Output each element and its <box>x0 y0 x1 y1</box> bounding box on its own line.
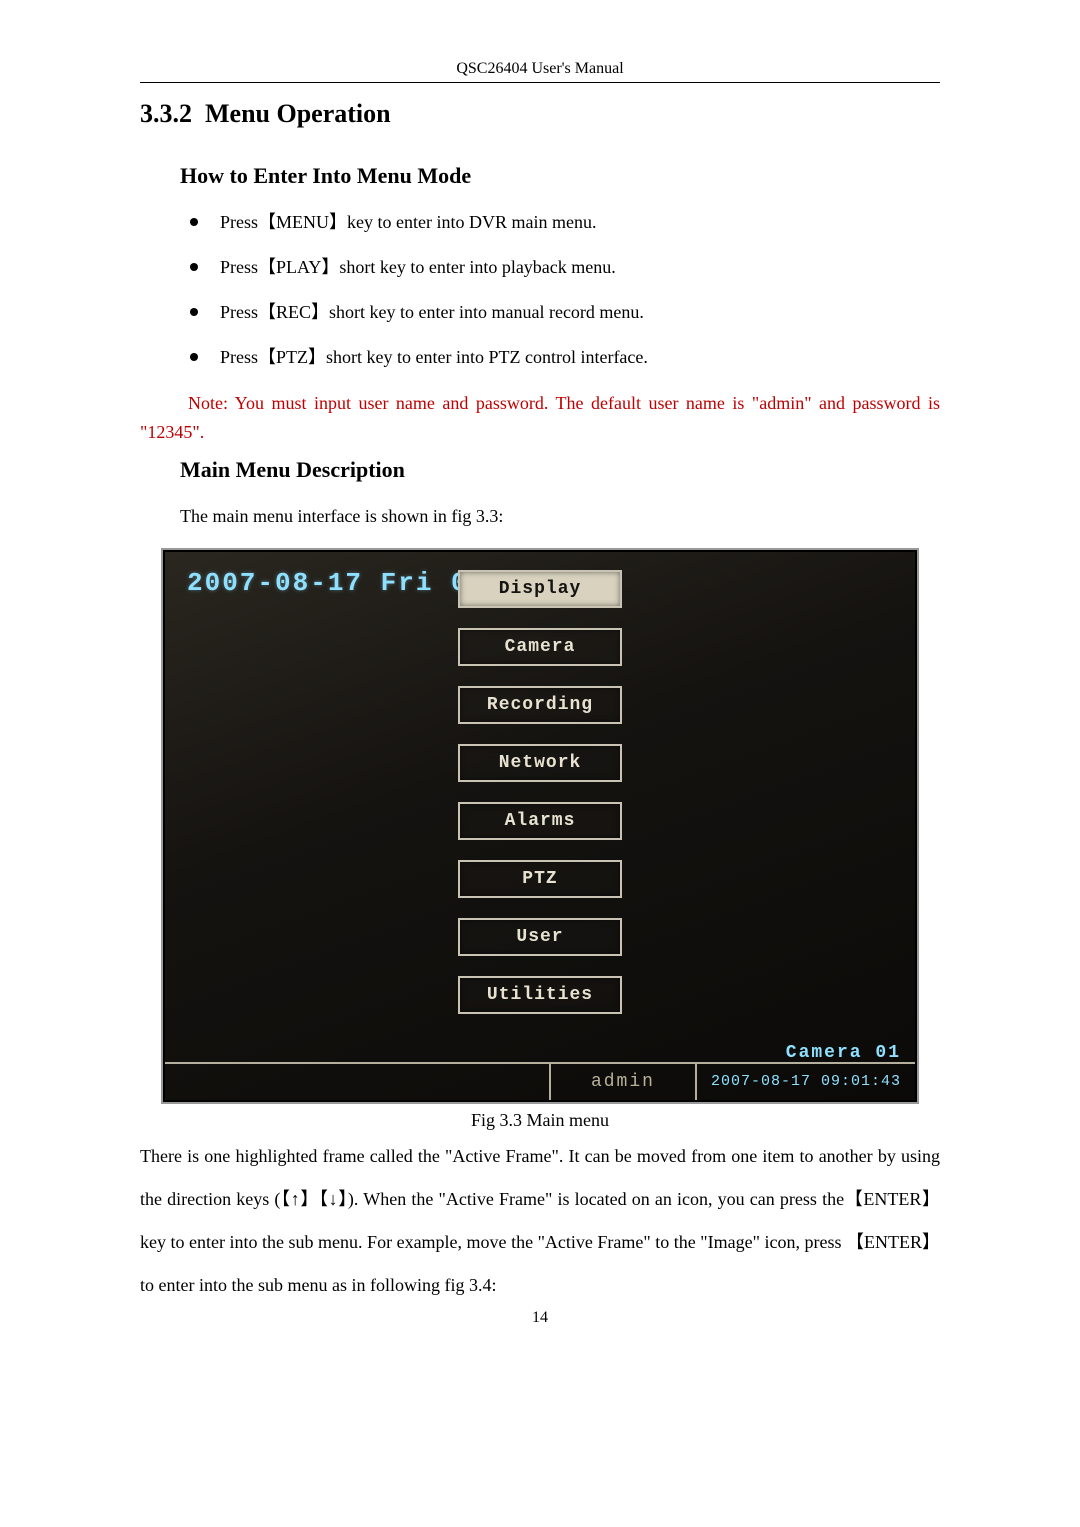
menu-item-display[interactable]: Display <box>458 570 622 608</box>
list-item: Press【REC】short key to enter into manual… <box>180 299 940 326</box>
section-title: Menu Operation <box>205 99 391 128</box>
page-number: 14 <box>140 1309 940 1327</box>
menu-item-network[interactable]: Network <box>458 744 622 782</box>
note-content: Note: You must input user name and passw… <box>140 393 940 442</box>
bullet-icon <box>190 308 198 316</box>
list-item-text: Press【MENU】key to enter into DVR main me… <box>220 209 596 236</box>
dvr-camera-label: Camera 01 <box>786 1044 901 1063</box>
header-rule <box>140 82 940 83</box>
section-heading: 3.3.2 Menu Operation <box>140 99 940 129</box>
subsection-heading-enter-menu: How to Enter Into Menu Mode <box>180 163 940 189</box>
menu-item-alarms[interactable]: Alarms <box>458 802 622 840</box>
bullet-list: Press【MENU】key to enter into DVR main me… <box>180 209 940 371</box>
dvr-status-datetime: 2007-08-17 09:01:43 <box>711 1074 901 1090</box>
list-item: Press【MENU】key to enter into DVR main me… <box>180 209 940 236</box>
list-item-text: Press【PLAY】short key to enter into playb… <box>220 254 616 281</box>
bullet-icon <box>190 263 198 271</box>
dvr-status-bar: admin Camera 01 2007-08-17 09:01:43 <box>165 1062 915 1100</box>
dvr-status-right: Camera 01 2007-08-17 09:01:43 <box>695 1064 915 1100</box>
document-page: QSC26404 User's Manual 3.3.2 Menu Operat… <box>0 0 1080 1367</box>
figure-caption: Fig 3.3 Main menu <box>140 1110 940 1131</box>
intro-text: The main menu interface is shown in fig … <box>180 503 940 530</box>
list-item: Press【PLAY】short key to enter into playb… <box>180 254 940 281</box>
section-number: 3.3.2 <box>140 99 192 128</box>
dvr-screen: 2007-08-17 Fri 09:01:43 Display Camera R… <box>165 552 915 1100</box>
body-paragraph: There is one highlighted frame called th… <box>140 1135 940 1308</box>
subsection-heading-main-menu: Main Menu Description <box>180 457 940 483</box>
bullet-icon <box>190 218 198 226</box>
menu-item-recording[interactable]: Recording <box>458 686 622 724</box>
bullet-icon <box>190 353 198 361</box>
figure-dvr-screenshot: 2007-08-17 Fri 09:01:43 Display Camera R… <box>161 548 919 1104</box>
note-text: Note: You must input user name and passw… <box>140 389 940 447</box>
dvr-logged-in-user: admin <box>549 1064 695 1100</box>
list-item-text: Press【REC】short key to enter into manual… <box>220 299 644 326</box>
menu-item-ptz[interactable]: PTZ <box>458 860 622 898</box>
running-header: QSC26404 User's Manual <box>140 60 940 82</box>
dvr-main-menu: Display Camera Recording Network Alarms … <box>458 570 622 1014</box>
menu-item-user[interactable]: User <box>458 918 622 956</box>
menu-item-camera[interactable]: Camera <box>458 628 622 666</box>
list-item-text: Press【PTZ】short key to enter into PTZ co… <box>220 344 648 371</box>
menu-item-utilities[interactable]: Utilities <box>458 976 622 1014</box>
list-item: Press【PTZ】short key to enter into PTZ co… <box>180 344 940 371</box>
